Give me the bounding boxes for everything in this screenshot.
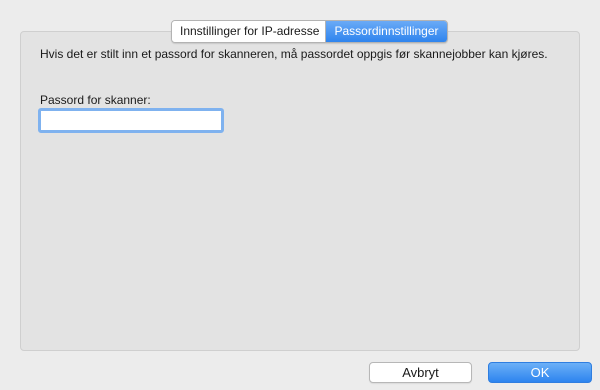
password-description: Hvis det er stilt inn et passord for ska… [40, 47, 548, 61]
password-label: Passord for skanner: [40, 93, 151, 107]
scanner-password-input[interactable] [38, 108, 224, 133]
tab-ip-settings[interactable]: Innstillinger for IP-adresse [172, 21, 326, 42]
cancel-button[interactable]: Avbryt [369, 362, 472, 383]
tab-bar: Innstillinger for IP-adresse Passordinns… [171, 20, 448, 43]
ok-button[interactable]: OK [488, 362, 592, 383]
tab-password-settings[interactable]: Passordinnstillinger [326, 21, 447, 42]
settings-panel [20, 31, 580, 351]
